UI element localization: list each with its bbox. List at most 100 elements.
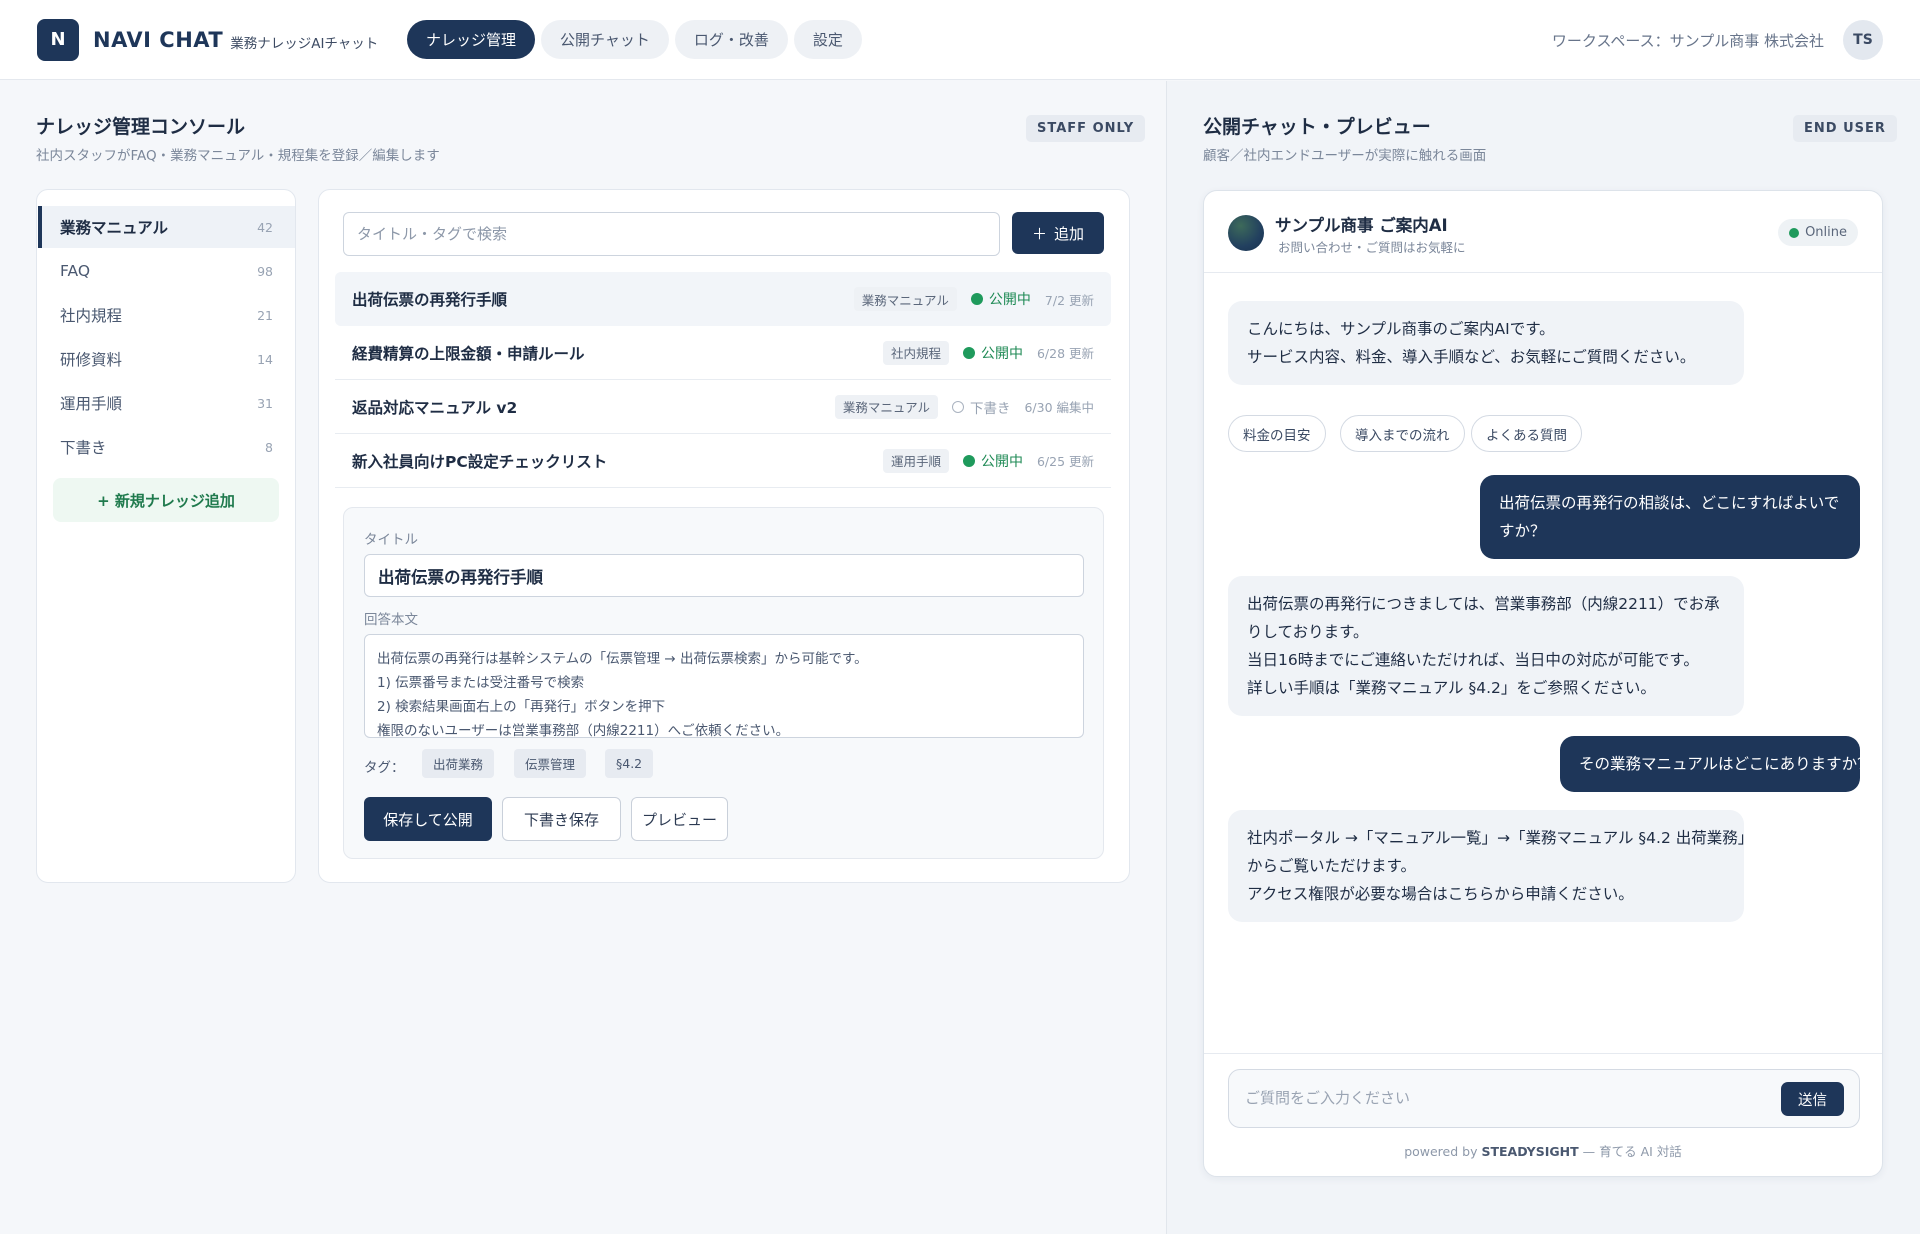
message-line: アクセス権限が必要な場合はこちらから申請ください。: [1247, 885, 1634, 903]
save-publish-button[interactable]: 保存して公開: [364, 797, 492, 841]
message-line: すか？: [1499, 522, 1546, 540]
chat-input-box: 送信: [1228, 1069, 1860, 1128]
status-badge: 公開中: [962, 343, 1023, 363]
top-header: N NAVI CHAT 業務ナレッジAIチャット ナレッジ管理 公開チャット ロ…: [0, 0, 1920, 80]
sidebar-item-label: 社内規程: [60, 307, 123, 325]
status-label: 公開中: [980, 453, 1023, 470]
knowledge-editor: タイトル 出荷伝票の再発行手順 回答本文 出荷伝票の再発行は基幹システムの「伝票…: [343, 507, 1104, 859]
status-circle-icon: [951, 400, 964, 413]
tags-label: タグ：: [364, 760, 405, 776]
status-label: 公開中: [980, 345, 1023, 362]
console-subtitle: 社内スタッフがFAQ・業務マニュアル・規程集を登録／編集します: [36, 148, 440, 164]
online-dot-icon: [1789, 227, 1800, 238]
sidebar-item-operations[interactable]: 運用手順 31: [38, 382, 295, 424]
staff-only-badge: STAFF ONLY: [1026, 115, 1146, 142]
sidebar-item-manual[interactable]: 業務マニュアル 42: [38, 206, 295, 248]
status-badge: 公開中: [970, 289, 1031, 309]
quick-reply-flow[interactable]: 導入までの流れ: [1340, 415, 1465, 452]
list-item-tag: 運用手順: [882, 448, 949, 473]
powered-brand[interactable]: STEADYSIGHT: [1481, 1144, 1578, 1159]
sidebar-item-faq[interactable]: FAQ 98: [38, 250, 295, 292]
bot-message-greeting: こんにちは、サンプル商事のご案内AIです。 サービス内容、料金、導入手順など、お…: [1228, 301, 1744, 385]
quick-reply-faq[interactable]: よくある質問: [1471, 415, 1582, 452]
body-line: 1) 伝票番号または受注番号で検索: [377, 675, 585, 691]
list-item-tag: 社内規程: [882, 340, 949, 365]
main-nav: ナレッジ管理 公開チャット ログ・改善 設定: [407, 20, 862, 59]
save-draft-button[interactable]: 下書き保存: [502, 797, 621, 841]
bot-avatar: [1228, 215, 1264, 251]
title-field[interactable]: 出荷伝票の再発行手順: [364, 554, 1084, 597]
message-line: 出荷伝票の再発行の相談は、どこにすればよいで: [1499, 494, 1840, 512]
powered-suffix: — 育てる AI 対話: [1582, 1144, 1682, 1159]
preview-button[interactable]: プレビュー: [631, 797, 728, 841]
tag-chip[interactable]: 出荷業務: [422, 749, 495, 778]
search-input[interactable]: [343, 212, 1000, 256]
console-title: ナレッジ管理コンソール: [36, 116, 246, 138]
tab-knowledge[interactable]: ナレッジ管理: [407, 20, 536, 59]
chat-input[interactable]: [1231, 1072, 1771, 1124]
bot-subtitle: お問い合わせ・ご質問はお気軽に: [1278, 240, 1466, 255]
tag-chip[interactable]: §4.2: [605, 749, 654, 778]
list-item[interactable]: 返品対応マニュアル v2 業務マニュアル 下書き 6/30 編集中: [335, 380, 1111, 434]
list-item-tag: 業務マニュアル: [853, 287, 957, 311]
sidebar-item-count: 98: [257, 263, 273, 279]
workspace-label[interactable]: ワークスペース：サンプル商事 株式会社: [1552, 30, 1824, 51]
powered-prefix: powered by: [1404, 1144, 1478, 1159]
list-item-title: 経費精算の上限金額・申請ルール: [352, 344, 585, 363]
bot-name: サンプル商事 ご案内AI: [1275, 216, 1448, 235]
message-line: 社内ポータル →「マニュアル一覧」→「業務マニュアル §4.2 出荷業務」: [1247, 829, 1754, 847]
list-item[interactable]: 出荷伝票の再発行手順 業務マニュアル 公開中 7/2 更新: [335, 272, 1111, 326]
online-label: Online: [1805, 225, 1847, 240]
chat-preview-subtitle: 顧客／社内エンドユーザーが実際に触れる画面: [1203, 148, 1487, 164]
list-item-date: 6/30 編集中: [1024, 400, 1094, 415]
logo-badge[interactable]: N: [37, 18, 79, 61]
message-line: サービス内容、料金、導入手順など、お気軽にご質問ください。: [1247, 348, 1696, 366]
body-line: 権限のないユーザーは営業事務部（内線2211）へご依頼ください。: [377, 723, 790, 738]
sidebar-item-label: 研修資料: [60, 351, 123, 369]
sidebar-item-label: 下書き: [60, 439, 107, 457]
user-message: 出荷伝票の再発行の相談は、どこにすればよいで すか？: [1480, 475, 1860, 559]
knowledge-console: ナレッジ管理コンソール 社内スタッフがFAQ・業務マニュアル・規程集を登録／編集…: [0, 81, 1166, 1234]
tab-settings[interactable]: 設定: [793, 20, 862, 59]
list-item-date: 6/28 更新: [1036, 346, 1094, 361]
powered-by: powered by STEADYSIGHT — 育てる AI 対話: [1204, 1141, 1882, 1160]
bot-message: 社内ポータル →「マニュアル一覧」→「業務マニュアル §4.2 出荷業務」 から…: [1228, 810, 1754, 922]
list-item-date: 7/2 更新: [1044, 292, 1094, 308]
list-item-title: 出荷伝票の再発行手順: [352, 291, 508, 309]
sidebar-item-count: 31: [257, 395, 273, 411]
sidebar-item-count: 42: [257, 219, 273, 235]
answer-body-field[interactable]: 出荷伝票の再発行は基幹システムの「伝票管理 → 出荷伝票検索」から可能です。 1…: [364, 634, 1084, 738]
add-button[interactable]: ＋ 追加: [1012, 212, 1104, 254]
list-item[interactable]: 新入社員向けPC設定チェックリスト 運用手順 公開中 6/25 更新: [335, 434, 1111, 488]
message-line: 詳しい手順は「業務マニュアル §4.2」をご参照ください。: [1247, 679, 1656, 697]
chat-widget: サンプル商事 ご案内AI お問い合わせ・ご質問はお気軽に Online こんにち…: [1203, 190, 1883, 1177]
body-line: 出荷伝票の再発行は基幹システムの「伝票管理 → 出荷伝票検索」から可能です。: [377, 651, 868, 667]
message-line: 出荷伝票の再発行につきましては、営業事務部（内線2211）でお承: [1247, 595, 1720, 613]
tag-chip[interactable]: 伝票管理: [514, 749, 587, 778]
sidebar-item-training[interactable]: 研修資料 14: [38, 338, 295, 380]
online-status-badge: Online: [1778, 219, 1858, 246]
app-subtitle: 業務ナレッジAIチャット: [230, 36, 379, 52]
quick-reply-pricing[interactable]: 料金の目安: [1228, 415, 1326, 452]
tab-public-chat[interactable]: 公開チャット: [541, 20, 669, 59]
sidebar-item-label: FAQ: [60, 262, 91, 280]
sidebar-item-count: 21: [257, 307, 273, 323]
list-item-title: 返品対応マニュアル v2: [352, 398, 518, 417]
sidebar-item-rules[interactable]: 社内規程 21: [38, 294, 295, 336]
chat-header: サンプル商事 ご案内AI お問い合わせ・ご質問はお気軽に Online: [1204, 191, 1882, 273]
status-badge: 下書き: [951, 397, 1010, 417]
app-name: NAVI CHAT: [93, 27, 224, 52]
end-user-badge: END USER: [1793, 115, 1897, 142]
plus-icon: ＋: [1031, 224, 1047, 243]
add-knowledge-button[interactable]: + 新規ナレッジ追加: [53, 478, 279, 522]
tab-logs[interactable]: ログ・改善: [674, 20, 788, 59]
list-item[interactable]: 経費精算の上限金額・申請ルール 社内規程 公開中 6/28 更新: [335, 326, 1111, 380]
sidebar-item-label: 業務マニュアル: [60, 219, 169, 237]
send-button[interactable]: 送信: [1781, 1082, 1844, 1116]
sidebar-item-drafts[interactable]: 下書き 8: [38, 426, 295, 468]
category-sidebar: 業務マニュアル 42 FAQ 98 社内規程 21 研修資料 14 運用手順 3…: [36, 189, 296, 883]
message-line: りしております。: [1247, 623, 1369, 641]
message-line: からご覧いただけます。: [1247, 857, 1416, 875]
avatar[interactable]: TS: [1843, 20, 1883, 60]
sidebar-item-count: 8: [265, 439, 273, 455]
